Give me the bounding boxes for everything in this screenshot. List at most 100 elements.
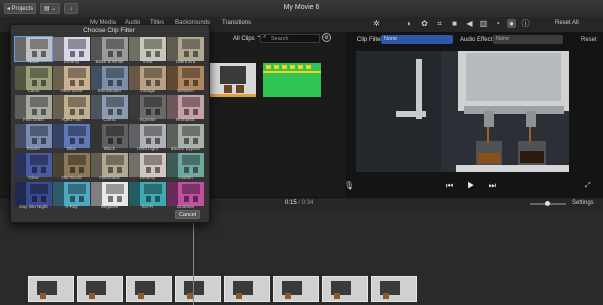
coffee-thumbnail (210, 63, 256, 97)
timecode-total: 0:34 (301, 200, 314, 206)
filter-label: Old World (61, 175, 82, 180)
filter-option[interactable] (53, 95, 90, 119)
filter-thumbnail (167, 153, 204, 177)
fullscreen-icon[interactable]: ⤢ (585, 182, 591, 190)
volume-icon[interactable]: ◀ (465, 19, 474, 28)
clip-filter-label: Clip Filter: (357, 37, 385, 43)
filter-thumbnail (91, 124, 128, 148)
reset-button[interactable]: Reset (581, 37, 597, 43)
filter-thumbnail (129, 66, 166, 90)
timeline-frame (371, 276, 417, 302)
filter-option[interactable] (129, 37, 166, 61)
filter-thumbnail (91, 66, 128, 90)
window-title: My Movie 6 (283, 4, 320, 11)
filter-label: Vignette (139, 117, 156, 122)
filter-option[interactable] (167, 95, 204, 119)
filter-label: Vintage (139, 88, 156, 93)
all-clips-dropdown[interactable]: All Clips ⌃ (233, 35, 261, 42)
filter-option[interactable] (15, 124, 52, 148)
filter-thumbnail (167, 37, 204, 61)
filter-option[interactable] (129, 124, 166, 148)
filter-label: Aged Film (61, 117, 82, 122)
filter-label: Blockbuster (97, 88, 122, 93)
browser-options-icon[interactable]: ⚙ (322, 33, 331, 42)
filter-label: Vivid (142, 59, 153, 64)
filter-option[interactable] (91, 153, 128, 177)
playhead[interactable] (193, 210, 194, 305)
filter-option[interactable] (167, 182, 204, 206)
filter-label: Negative (100, 204, 119, 209)
filter-option[interactable] (53, 153, 90, 177)
filter-label: Sci-Fi (141, 204, 154, 209)
filter-label: Flashback (99, 175, 120, 180)
dialog-title: Choose Clip Filter (83, 27, 135, 34)
clip-filter-icon[interactable]: ● (507, 19, 516, 28)
filter-option[interactable] (129, 153, 166, 177)
timeline-settings-button[interactable]: Settings (572, 200, 594, 206)
media-clip-coffee[interactable] (210, 63, 256, 97)
filter-label: Duotone (176, 204, 194, 209)
filter-thumbnail (91, 182, 128, 206)
filter-option[interactable] (167, 124, 204, 148)
filter-option[interactable] (91, 182, 128, 206)
filter-label: Blue (66, 146, 76, 151)
filter-option[interactable] (129, 95, 166, 119)
reset-all-button[interactable]: Reset All (555, 20, 579, 26)
playback-controls[interactable]: ⏮ ▶ ⏭ (446, 181, 502, 191)
speed-icon[interactable]: ◔ (493, 19, 502, 28)
filter-thumbnail (91, 95, 128, 119)
video-preview (356, 51, 569, 172)
filter-option[interactable] (53, 182, 90, 206)
filter-option[interactable] (15, 66, 52, 90)
filter-label: Hidden (178, 175, 193, 180)
filter-option[interactable] (91, 95, 128, 119)
filter-option[interactable] (15, 182, 52, 206)
filter-option[interactable] (91, 66, 128, 90)
microphone-icon[interactable]: 🎙 (344, 181, 354, 190)
tab-transitions[interactable]: Transitions (222, 20, 251, 26)
filter-thumbnail (91, 37, 128, 61)
timecode: 0:15 / 0:34 (285, 200, 313, 206)
color-correction-icon[interactable]: ✿ (420, 19, 429, 28)
filter-thumbnail (167, 66, 204, 90)
filter-thumbnail (15, 37, 52, 61)
audio-effect-button[interactable]: None (493, 35, 563, 44)
filter-option[interactable] (129, 66, 166, 90)
zoom-slider-knob[interactable] (545, 201, 550, 206)
filter-option[interactable] (53, 37, 90, 61)
filter-option[interactable] (167, 153, 204, 177)
filter-label: Western (177, 88, 194, 93)
info-icon[interactable]: ⓘ (521, 19, 530, 28)
filter-option[interactable] (167, 37, 204, 61)
noise-reduction-icon[interactable]: ▥ (479, 19, 488, 28)
crop-icon[interactable]: ⌗ (435, 19, 444, 28)
filter-thumbnail (167, 182, 204, 206)
filter-option[interactable] (15, 153, 52, 177)
cancel-button[interactable]: Cancel (175, 210, 200, 219)
media-clip-green[interactable] (263, 63, 321, 97)
timeline-clip[interactable] (28, 276, 423, 302)
timeline-frame (28, 276, 74, 302)
filter-thumbnail (167, 124, 204, 148)
filter-option[interactable] (53, 66, 90, 90)
timeline-frame (273, 276, 319, 302)
search-input[interactable]: Search (260, 34, 320, 43)
timeline-frame (224, 276, 270, 302)
filter-option[interactable] (167, 66, 204, 90)
filter-label: Romantic (175, 117, 195, 122)
filter-option[interactable] (15, 95, 52, 119)
filter-option[interactable] (53, 124, 90, 148)
stabilization-icon[interactable]: ■ (450, 19, 459, 28)
filter-option[interactable] (91, 37, 128, 61)
filter-option[interactable] (91, 124, 128, 148)
timeline-frame (126, 276, 172, 302)
clip-filter-button[interactable]: None (381, 35, 453, 44)
filter-label: Glow (28, 175, 39, 180)
filter-thumbnail (53, 66, 90, 90)
magic-wand-icon[interactable]: ✲ (372, 19, 381, 28)
espresso-machine-image (356, 51, 569, 172)
filter-option[interactable] (129, 182, 166, 206)
color-balance-icon[interactable]: ◐ (405, 19, 414, 28)
filter-thumbnail (53, 153, 90, 177)
filter-option[interactable] (14, 36, 53, 62)
